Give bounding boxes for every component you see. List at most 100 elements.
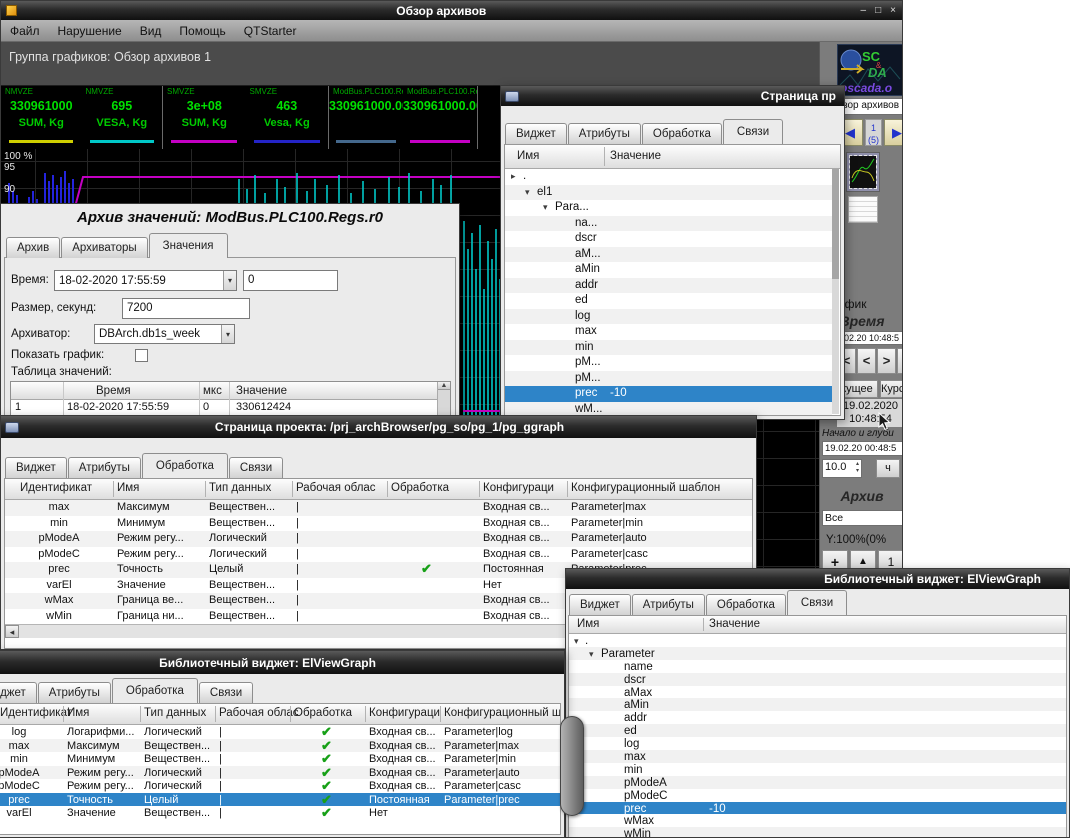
tree-row-min[interactable]: min — [505, 340, 832, 356]
tab-Обработка[interactable]: Обработка — [642, 123, 722, 144]
tree-row-min[interactable]: min — [569, 763, 1066, 776]
tree-row-aMax[interactable]: aMax — [569, 686, 1066, 699]
expanded-arrow-icon[interactable]: ▾ — [543, 202, 548, 213]
main-titlebar[interactable]: Обзор архивов –□× — [1, 1, 902, 20]
show-graph-checkbox[interactable] — [135, 349, 148, 362]
table-row-varEl[interactable]: varElЗначениеВеществен...|Нет✔ — [0, 806, 560, 820]
tree-row-prec[interactable]: prec-10 — [569, 802, 1066, 815]
tab-Обработка[interactable]: Обработка — [706, 594, 786, 615]
usec-field[interactable]: 0 — [243, 270, 338, 291]
archivator-combo[interactable]: DBArch.db1s_week ▾ — [94, 324, 235, 344]
tree-row-log[interactable]: log — [569, 737, 1066, 750]
vertical-scrollbar[interactable]: ▲ — [437, 382, 450, 419]
expanded-arrow-icon[interactable]: ▾ — [574, 636, 579, 647]
values-table[interactable]: Время мкс Значение 1 18-02-2020 17:55:59… — [10, 381, 451, 419]
legend-signal[interactable]: SMVZE3e+08SUM, Kg — [163, 86, 246, 149]
menu-item-QTStarter[interactable]: QTStarter — [235, 20, 306, 38]
table-row-min[interactable]: minМинимумВеществен...|Входная св...Para… — [0, 752, 560, 766]
tree-row-aM[interactable]: aM... — [505, 247, 832, 263]
tab-Виджет[interactable]: Виджет — [505, 123, 567, 144]
size-field[interactable]: 7200 — [122, 298, 250, 319]
collapsed-arrow-icon[interactable]: ▸ — [511, 171, 516, 182]
tree-row-wMin[interactable]: wMin — [569, 827, 1066, 837]
time-combo[interactable]: 18-02-2020 17:55:59 ▾ — [54, 270, 237, 291]
menu-item-Нарушение[interactable]: Нарушение — [49, 20, 131, 38]
tree-row-ed[interactable]: ed — [569, 724, 1066, 737]
tree-row-Para[interactable]: ▾Para... — [505, 200, 832, 216]
tree-row-wMax[interactable]: wMax — [569, 814, 1066, 827]
page-pr-titlebar[interactable]: Страница пр — [501, 86, 844, 106]
nav-end-button[interactable]: > — [897, 348, 903, 374]
table-row-prec[interactable]: precТочностьЦелый|ПостояннаяParameter|pr… — [0, 793, 560, 807]
tree-row-pModeC[interactable]: pModeC — [569, 789, 1066, 802]
tree-row-dscr[interactable]: dscr — [569, 673, 1066, 686]
menu-item-Помощь[interactable]: Помощь — [170, 20, 234, 38]
lib-right-titlebar[interactable]: Библиотечный виджет: ElViewGraph — [566, 569, 1069, 589]
scroll-up-icon[interactable]: ▲ — [438, 382, 450, 390]
spinner-arrows-icon[interactable]: ▴▾ — [856, 461, 859, 475]
tree-row-wM[interactable]: wM... — [505, 402, 832, 416]
tree-row-max[interactable]: max — [505, 324, 832, 340]
tab-Обработка[interactable]: Обработка — [142, 453, 228, 478]
table-row-pModeC[interactable]: pModeCРежим регу...Логический|Входная св… — [5, 547, 752, 563]
table-row-pModeA[interactable]: pModeAРежим регу...Логический|Входная св… — [0, 766, 560, 780]
menu-item-Файл[interactable]: Файл — [1, 20, 49, 38]
expanded-arrow-icon[interactable]: ▾ — [589, 649, 594, 660]
tab-Обработка[interactable]: Обработка — [112, 678, 198, 703]
tab-Атрибуты[interactable]: Атрибуты — [632, 594, 705, 615]
legend-signal[interactable]: ModBus.PLC100.Regs. M330961000.00 — [403, 86, 477, 149]
tree-row-pM[interactable]: pM... — [505, 371, 832, 387]
table-row[interactable]: 1 18-02-2020 17:55:59 0 330612424 — [11, 400, 437, 416]
tab-Связи[interactable]: Связи — [229, 457, 283, 478]
table-row-max[interactable]: maxМаксимумВеществен...|Входная св...Par… — [5, 500, 752, 516]
group-select-combo[interactable]: зор архивов 1 — [840, 98, 903, 115]
range-field[interactable]: 19.02.20 00:48:5 — [822, 441, 903, 456]
scroll-left-icon[interactable]: ◂ — [5, 625, 19, 638]
tab-Атрибуты[interactable]: Атрибуты — [568, 123, 641, 144]
lib-left-titlebar[interactable]: Библиотечный виджет: ElViewGraph — [0, 651, 564, 674]
scrollbar-thumb[interactable] — [560, 716, 584, 816]
table-row-pModeC[interactable]: pModeCРежим регу...Логический|Входная св… — [0, 779, 560, 793]
next-page-button[interactable]: ▶ — [884, 119, 903, 146]
doc-thumbnail[interactable] — [848, 196, 878, 223]
legend-signal[interactable]: SMVZE463Vesa, Kg — [246, 86, 329, 149]
chevron-down-icon[interactable]: ▾ — [221, 325, 234, 343]
tab-Связи[interactable]: Связи — [787, 590, 847, 615]
table-row-pModeA[interactable]: pModeAРежим регу...Логический|Входная св… — [5, 531, 752, 547]
scrollbar-thumb[interactable] — [832, 169, 839, 279]
tree-row-dscr[interactable]: dscr — [505, 231, 832, 247]
tree-row-pModeA[interactable]: pModeA — [569, 776, 1066, 789]
tree-row-name[interactable]: name — [569, 660, 1066, 673]
vertical-scrollbar[interactable] — [832, 169, 839, 414]
tree-row-aMin[interactable]: aMin — [569, 698, 1066, 711]
minimize-button[interactable]: – — [861, 5, 867, 16]
graph-thumbnail[interactable] — [846, 152, 880, 192]
archive-combo[interactable]: Все — [822, 510, 903, 526]
tree-row-[interactable]: ▸. — [505, 169, 832, 185]
tree-row-ed[interactable]: ed — [505, 293, 832, 309]
tree-row-log[interactable]: log — [505, 309, 832, 325]
tree-row-pM[interactable]: pM... — [505, 355, 832, 371]
tab-Связи[interactable]: Связи — [723, 119, 783, 144]
maximize-button[interactable]: □ — [875, 5, 881, 16]
tree-row-Parameter[interactable]: ▾Parameter — [569, 647, 1066, 660]
tree-row-el1[interactable]: ▾el1 — [505, 185, 832, 201]
tab-Виджет[interactable]: Виджет — [0, 682, 37, 703]
tree-row-[interactable]: ▾. — [569, 634, 1066, 647]
tab-Атрибуты[interactable]: Атрибуты — [38, 682, 111, 703]
menu-item-Вид[interactable]: Вид — [131, 20, 171, 38]
tab-Виджет[interactable]: Виджет — [569, 594, 631, 615]
table-row-log[interactable]: logЛогарифми...Логический|Входная св...P… — [0, 725, 560, 739]
tab-Атрибуты[interactable]: Атрибуты — [68, 457, 141, 478]
time-field[interactable]: 02.20 10:48:5 — [842, 331, 903, 345]
nav-forward-button[interactable]: > — [877, 348, 896, 374]
legend-signal[interactable]: ModBus.PLC100.Regs.330961000.00 — [329, 86, 403, 149]
page-project-titlebar[interactable]: Страница проекта: /prj_archBrowser/pg_so… — [1, 416, 756, 438]
size-spinner[interactable]: 10.0 ▴▾ — [822, 459, 862, 478]
table-row-min[interactable]: minМинимумВеществен...|Входная св...Para… — [5, 516, 752, 532]
chevron-down-icon[interactable]: ▾ — [223, 271, 236, 290]
tree-row-aMin[interactable]: aMin — [505, 262, 832, 278]
tree-row-max[interactable]: max — [569, 750, 1066, 763]
tab-Связи[interactable]: Связи — [199, 682, 253, 703]
tab-Значения[interactable]: Значения — [149, 233, 228, 258]
